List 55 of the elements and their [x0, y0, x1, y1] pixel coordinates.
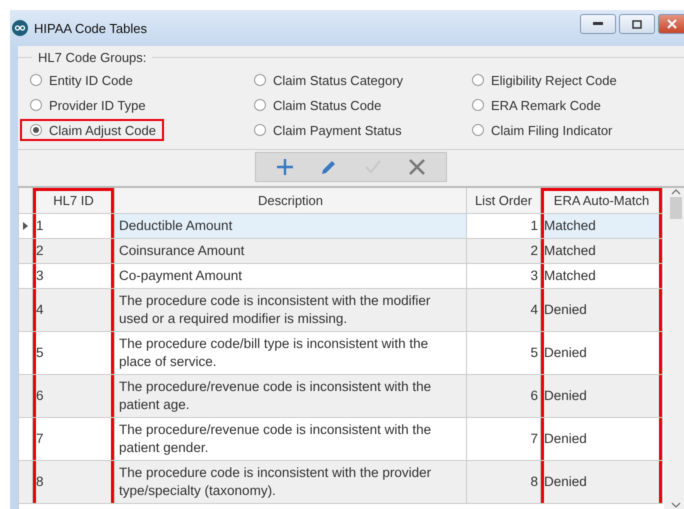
- table-cell: Matched: [541, 214, 663, 239]
- group-title: HL7 Code Groups:: [37, 50, 148, 65]
- table-cell: 8: [33, 461, 115, 504]
- maximize-button[interactable]: [619, 14, 655, 34]
- radio-option[interactable]: Claim Adjust Code: [20, 119, 164, 141]
- pencil-icon: [320, 158, 338, 176]
- table-cell: Denied: [541, 289, 663, 332]
- radio-option[interactable]: Provider ID Type: [20, 94, 154, 116]
- app-logo-icon: [12, 20, 28, 36]
- scrollbar-thumb[interactable]: [670, 197, 682, 219]
- table-cell: 4: [467, 289, 541, 332]
- table-cell: Deductible Amount: [115, 214, 467, 239]
- minimize-icon: [593, 22, 603, 26]
- radio-option[interactable]: Entity ID Code: [20, 69, 141, 91]
- table-cell: 3: [33, 264, 115, 289]
- table-cell: 4: [33, 289, 115, 332]
- table-cell: Denied: [541, 332, 663, 375]
- column-header[interactable]: HL7 ID: [33, 188, 115, 214]
- table-cell: 2: [33, 239, 115, 264]
- window-title: HIPAA Code Tables: [34, 20, 148, 36]
- radio-option[interactable]: Claim Status Code: [244, 94, 390, 116]
- table-cell: The procedure code is inconsistent with the provider type/specialty (taxonomy).: [115, 461, 467, 504]
- table-cell: Denied: [541, 375, 663, 418]
- table-cell: 8: [467, 461, 541, 504]
- table-cell: 6: [33, 375, 115, 418]
- table-cell: 1: [33, 214, 115, 239]
- table-cell: 6: [467, 375, 541, 418]
- table-cell: Coinsurance Amount: [115, 239, 467, 264]
- close-icon: [408, 158, 426, 176]
- maximize-icon: [632, 20, 642, 28]
- row-pointer-icon: [23, 222, 28, 230]
- radio-option[interactable]: Eligibility Reject Code: [462, 69, 625, 91]
- table-cell: Denied: [541, 418, 663, 461]
- table-cell: Matched: [541, 239, 663, 264]
- column-header[interactable]: List Order: [467, 188, 541, 214]
- table-cell: 2: [467, 239, 541, 264]
- column-header[interactable]: ERA Auto-Match: [541, 188, 663, 214]
- column-header[interactable]: Description: [115, 188, 467, 214]
- radio-option[interactable]: ERA Remark Code: [462, 94, 609, 116]
- add-icon: [276, 158, 294, 176]
- radio-option[interactable]: Claim Status Category: [244, 69, 412, 91]
- scroll-down-icon[interactable]: [671, 502, 681, 509]
- table-cell: Matched: [541, 264, 663, 289]
- radio-option[interactable]: Claim Filing Indicator: [462, 119, 620, 141]
- table-cell: 7: [33, 418, 115, 461]
- table-cell: Denied: [541, 461, 663, 504]
- scrollbar[interactable]: [668, 188, 684, 509]
- table-cell: The procedure code is inconsistent with the modifier used or a required modifier is missing.: [115, 289, 467, 332]
- table-cell: 5: [33, 332, 115, 375]
- close-icon: [666, 19, 676, 29]
- table-cell: The procedure/revenue code is inconsistent with the patient age.: [115, 375, 467, 418]
- scroll-up-icon[interactable]: [671, 188, 681, 195]
- radio-option[interactable]: Claim Payment Status: [244, 119, 410, 141]
- close-button[interactable]: [658, 14, 684, 34]
- minimize-button[interactable]: [580, 14, 616, 34]
